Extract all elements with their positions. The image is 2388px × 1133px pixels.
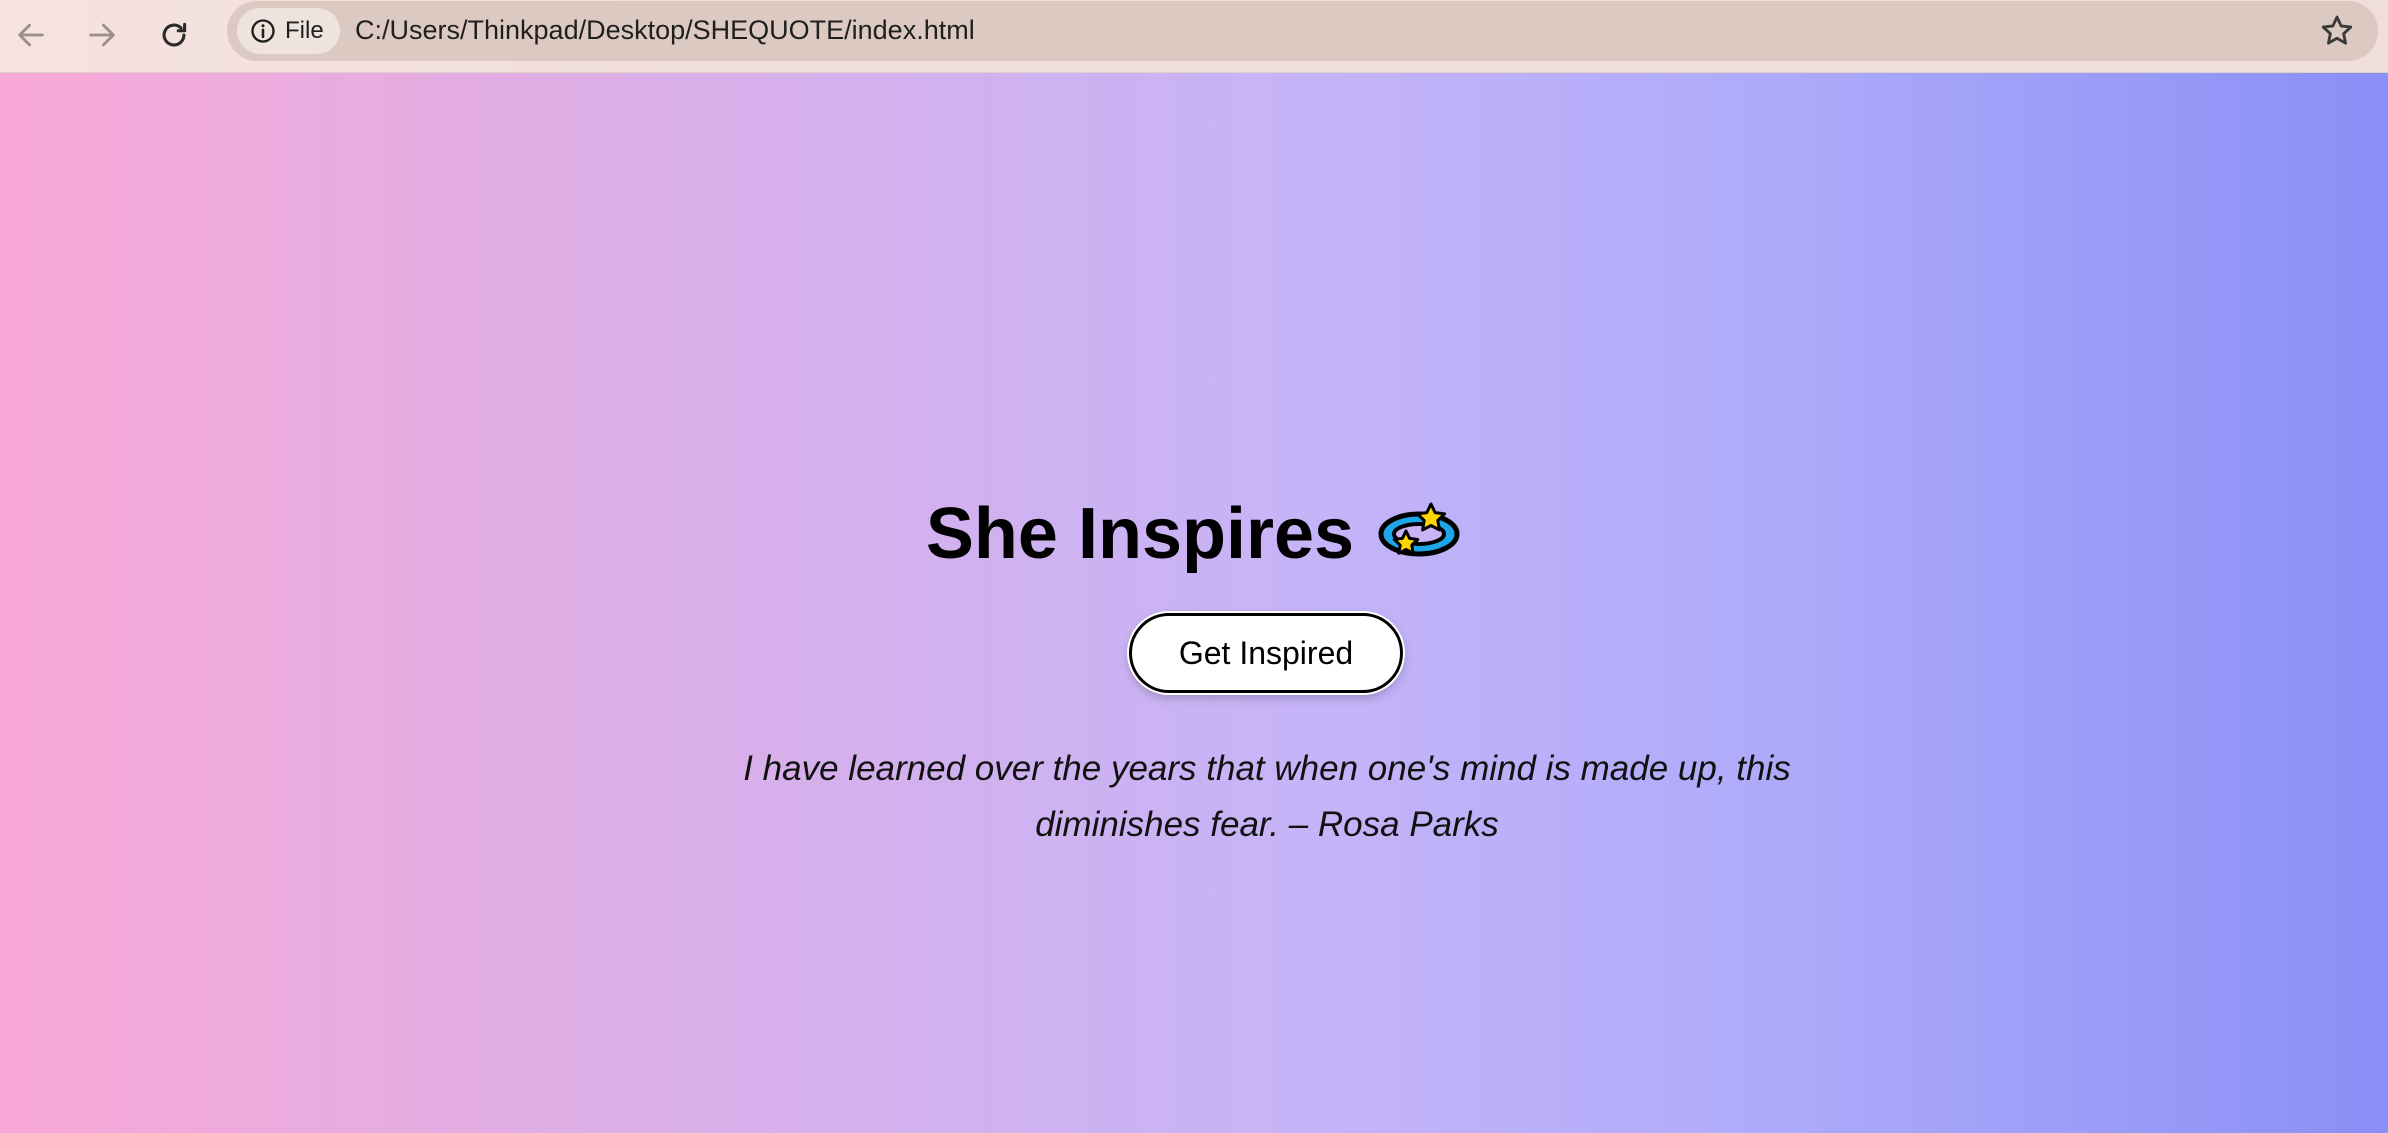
star-icon[interactable] [2318, 12, 2356, 50]
arrow-left-icon [18, 23, 44, 47]
get-inspired-button[interactable]: Get Inspired [1129, 613, 1403, 693]
browser-toolbar: File C:/Users/Thinkpad/Desktop/SHEQUOTE/… [0, 0, 2388, 73]
dizzy-star-icon [1378, 502, 1460, 557]
quote-text: I have learned over the years that when … [743, 749, 1791, 844]
forward-button[interactable] [75, 8, 129, 62]
site-info-chip[interactable]: File [237, 8, 340, 54]
arrow-right-icon [89, 23, 115, 47]
page-title-text: She Inspires [925, 494, 1355, 574]
page-background: She Inspires Get Inspired I have learned… [0, 73, 2388, 1133]
page-title: She Inspires [0, 498, 2388, 570]
url-text[interactable]: C:/Users/Thinkpad/Desktop/SHEQUOTE/index… [355, 1, 975, 61]
back-button[interactable] [4, 8, 58, 62]
info-icon [251, 19, 275, 43]
address-bar[interactable]: File C:/Users/Thinkpad/Desktop/SHEQUOTE/… [227, 1, 2378, 61]
reload-button[interactable] [147, 8, 201, 62]
site-info-label: File [285, 17, 324, 44]
reload-icon [162, 22, 187, 47]
